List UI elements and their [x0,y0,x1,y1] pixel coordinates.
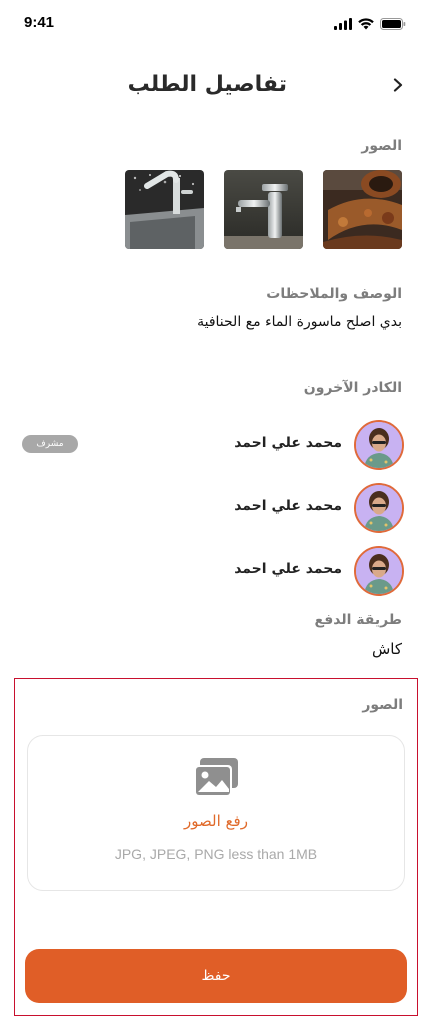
rusty-pipe-photo[interactable] [323,170,402,249]
description-text: بدي اصلح ماسورة الماء مع الحنافية [197,314,402,330]
staff-member-row[interactable]: محمد علي احمد [24,483,404,533]
payment-value: كاش [371,640,402,658]
upload-section: الصور رفع الصور JPG, JPEG, PNG less than… [14,678,418,1016]
upload-dropzone[interactable]: رفع الصور JPG, JPEG, PNG less than 1MB [27,735,405,891]
upload-title: رفع الصور [184,812,248,830]
status-time: 9:41 [24,14,55,31]
avatar [354,483,404,533]
description-label: الوصف والملاحظات [266,286,402,302]
photos-label: الصور [361,138,402,154]
payment-label: طريقة الدفع [314,612,402,628]
sink-faucet-photo[interactable] [125,170,204,249]
back-button[interactable] [386,74,410,98]
staff-member-name: محمد علي احمد [234,561,342,577]
photos-row [125,170,402,249]
avatar [354,420,404,470]
faucet-photo[interactable] [224,170,303,249]
battery-icon [380,15,406,34]
wifi-icon [358,15,374,34]
page-title: تفاصيل الطلب [127,72,287,97]
image-gallery-icon [192,756,240,804]
avatar [354,546,404,596]
cellular-signal-icon [334,15,352,34]
status-icons [334,15,406,34]
staff-member-name: محمد علي احمد [234,498,342,514]
status-bar: 9:41 [0,0,430,46]
header: تفاصيل الطلب [0,60,430,112]
save-button[interactable]: حفظ [25,949,407,1003]
staff-label: الكادر الآخرون [303,380,402,396]
chevron-right-icon [393,77,403,96]
upload-hint: JPG, JPEG, PNG less than 1MB [114,846,318,862]
staff-member-row[interactable]: محمد علي احمد [24,546,404,596]
supervisor-badge: مشرف [22,435,78,453]
upload-label: الصور [362,697,403,713]
staff-member-row[interactable]: محمد علي احمد مشرف [22,420,404,470]
staff-member-name: محمد علي احمد [234,435,342,451]
